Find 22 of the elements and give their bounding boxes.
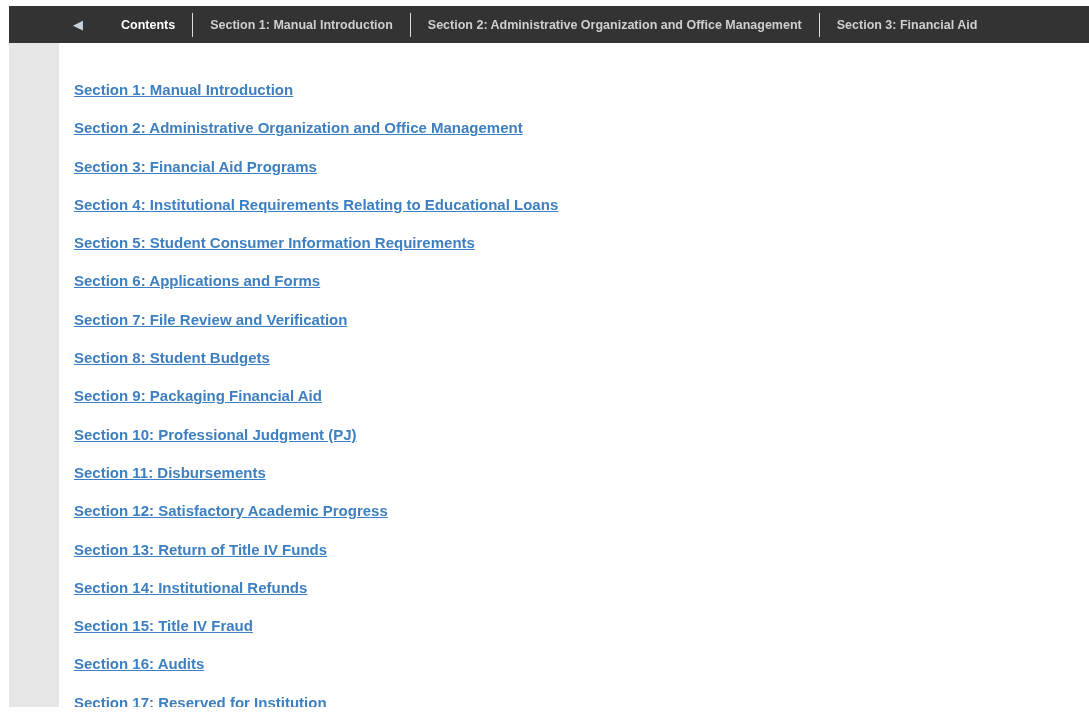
section-link[interactable]: Section 6: Applications and Forms (74, 272, 321, 291)
section-link[interactable]: Section 5: Student Consumer Information Requirements (74, 234, 475, 253)
section-link[interactable]: Section 9: Packaging Financial Aid (74, 387, 322, 406)
nav-tab[interactable]: Section 1: Manual Introduction (193, 17, 410, 32)
section-link[interactable]: Section 10: Professional Judgment (PJ) (74, 425, 357, 444)
section-link[interactable]: Section 11: Disbursements (74, 463, 266, 482)
section-link[interactable]: Section 13: Return of Title IV Funds (74, 540, 328, 559)
nav-tab[interactable]: Contents (121, 17, 193, 32)
section-link[interactable]: Section 15: Title IV Fraud (74, 617, 253, 636)
section-link[interactable]: Section 4: Institutional Requirements Relating to Educational Loans (74, 195, 559, 214)
nav-tab[interactable]: Section 2: Administrative Organization and Office Management (410, 17, 819, 32)
section-link[interactable]: Section 8: Student Budgets (74, 349, 270, 368)
section-link[interactable]: Section 1: Manual Introduction (74, 81, 294, 99)
section-link[interactable]: Section 3: Financial Aid Programs (74, 157, 317, 176)
section-link[interactable]: Section 17: Reserved for Institution (74, 693, 327, 707)
back-arrow[interactable]: ◀ (73, 17, 83, 32)
section-link[interactable]: Section 12: Satisfactory Academic Progress (74, 502, 388, 521)
section-link[interactable]: Section 7: File Review and Verification (74, 310, 348, 329)
nav-tab[interactable]: Section 3: Financial Aid (819, 17, 995, 32)
section-link[interactable]: Section 2: Administrative Organization and Office Management (74, 119, 523, 138)
section-link[interactable]: Section 14: Institutional Refunds (74, 578, 308, 597)
section-link[interactable]: Section 16: Audits (74, 655, 205, 674)
